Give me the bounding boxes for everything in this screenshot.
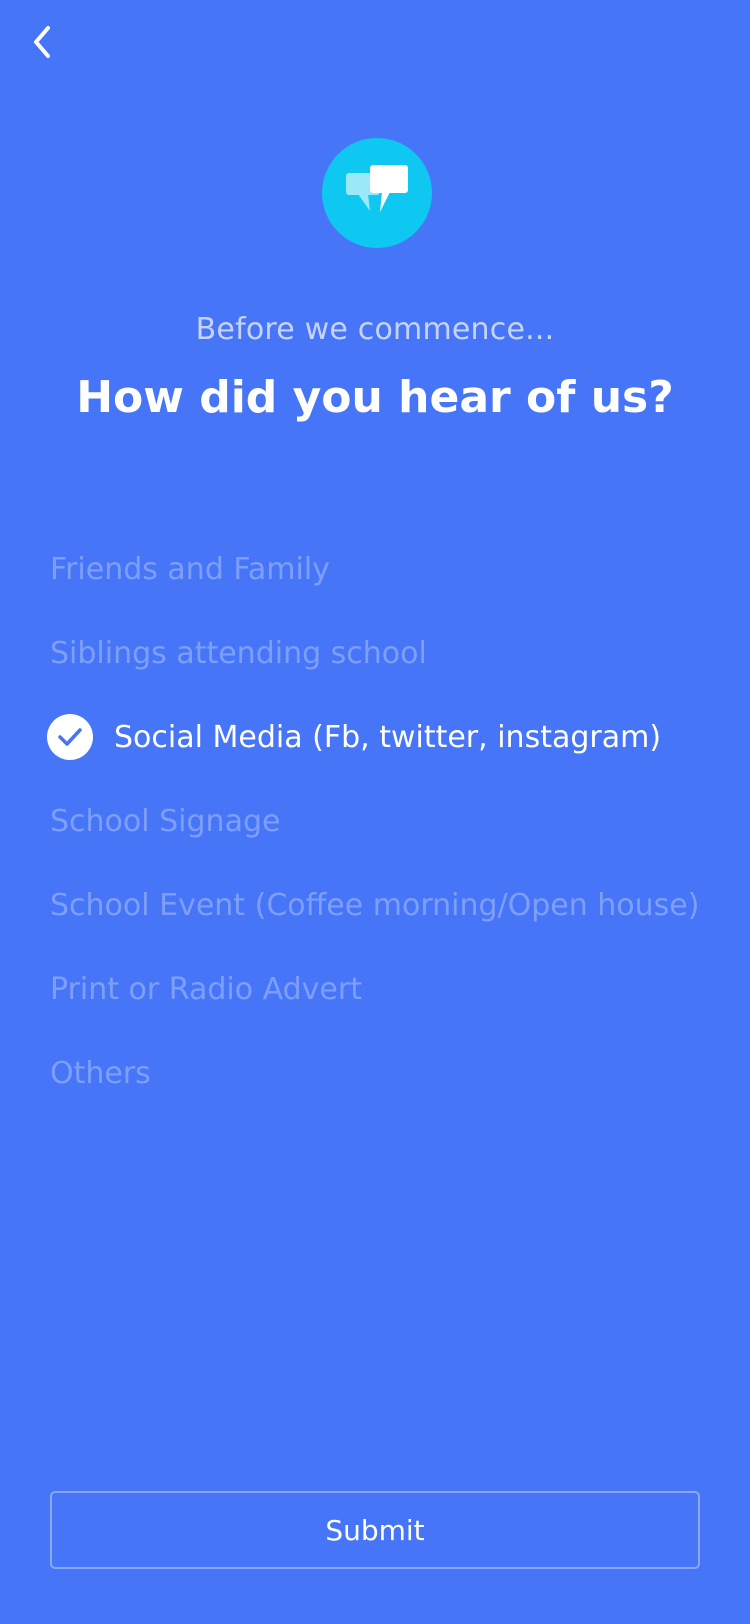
option-label: School Event (Coffee morning/Open house)	[50, 887, 700, 923]
option-print-or-radio-advert[interactable]: Print or Radio Advert	[0, 947, 750, 1031]
option-school-event[interactable]: School Event (Coffee morning/Open house)	[0, 863, 750, 947]
submit-button[interactable]: Submit	[50, 1491, 700, 1569]
option-label: Print or Radio Advert	[50, 971, 362, 1007]
page-title: How did you hear of us?	[76, 372, 674, 423]
intro-subtitle: Before we commence...	[195, 312, 555, 347]
option-label: Others	[50, 1055, 151, 1091]
option-label: Friends and Family	[50, 551, 330, 587]
option-friends-and-family[interactable]: Friends and Family	[0, 527, 750, 611]
option-label: Social Media (Fb, twitter, instagram)	[114, 719, 662, 755]
option-label: School Signage	[50, 803, 281, 839]
referral-options-list: Friends and Family Siblings attending sc…	[0, 527, 750, 1115]
back-button[interactable]	[22, 22, 62, 66]
chevron-left-icon	[30, 24, 54, 64]
chat-bubbles-icon	[344, 163, 410, 223]
option-siblings-attending-school[interactable]: Siblings attending school	[0, 611, 750, 695]
option-social-media[interactable]: Social Media (Fb, twitter, instagram)	[0, 695, 750, 779]
checkmark-icon	[47, 714, 93, 760]
option-school-signage[interactable]: School Signage	[0, 779, 750, 863]
hero-badge	[322, 138, 432, 248]
option-others[interactable]: Others	[0, 1031, 750, 1115]
option-label: Siblings attending school	[50, 635, 427, 671]
